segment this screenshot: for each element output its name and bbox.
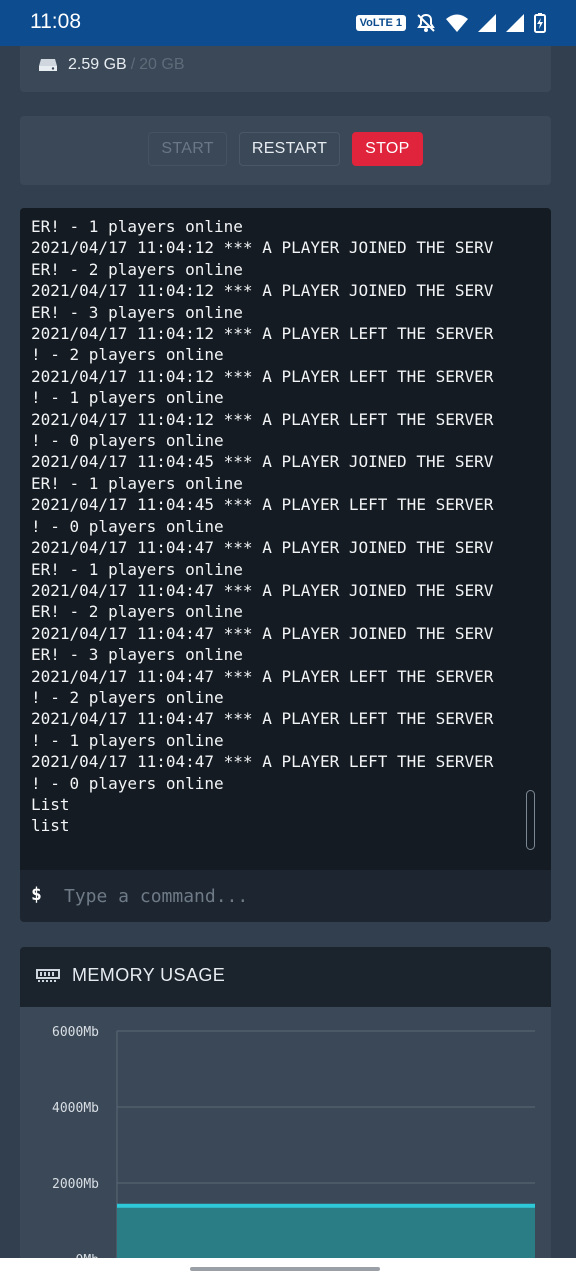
memory-chart: 6000Mb4000Mb2000Mb0Mb [20, 1007, 551, 1279]
console-line: 2021/04/17 11:04:47 *** A PLAYER JOINED … [31, 580, 494, 600]
console-line: ER! - 1 players online [31, 473, 243, 493]
disk-used: 2.59 GB [68, 56, 127, 73]
volte-badge: VoLTE 1 [355, 15, 406, 31]
console-line: 2021/04/17 11:04:12 *** A PLAYER LEFT TH… [31, 366, 494, 386]
status-bar: 11:08 VoLTE 1 [0, 0, 576, 46]
start-button[interactable]: START [148, 132, 227, 166]
disk-usage-card: 2.59 GB / 20 GB [20, 46, 551, 92]
y-tick-label: 4000Mb [52, 1101, 99, 1116]
console-line: 2021/04/17 11:04:47 *** A PLAYER JOINED … [31, 538, 494, 558]
console-line: 2021/04/17 11:04:47 *** A PLAYER LEFT TH… [31, 666, 494, 686]
power-controls-card: START RESTART STOP [20, 116, 551, 185]
memory-icon [36, 969, 60, 982]
console-line: ER! - 2 players online [31, 602, 243, 622]
console-line: ER! - 2 players online [31, 259, 243, 279]
console-line: 2021/04/17 11:04:45 *** A PLAYER LEFT TH… [31, 495, 494, 515]
signal-icon [478, 14, 496, 32]
console-line: 2021/04/17 11:04:45 *** A PLAYER JOINED … [31, 452, 494, 472]
console-line: 2021/04/17 11:04:12 *** A PLAYER JOINED … [31, 238, 494, 258]
console-line: 2021/04/17 11:04:12 *** A PLAYER LEFT TH… [31, 324, 494, 344]
console-line: ! - 0 players online [31, 773, 224, 793]
console-line: 2021/04/17 11:04:47 *** A PLAYER JOINED … [31, 623, 494, 643]
command-prompt: $ [31, 884, 42, 905]
bell-off-icon [417, 13, 435, 32]
hard-drive-icon [39, 59, 57, 71]
memory-usage-header: MEMORY USAGE [20, 947, 551, 1007]
console-scrollbar[interactable] [526, 790, 535, 850]
console-line: ! - 1 players online [31, 730, 224, 750]
console-line: ! - 1 players online [31, 388, 224, 408]
y-tick-label: 2000Mb [52, 1177, 99, 1192]
disk-total: 20 GB [139, 56, 185, 73]
console-line: list [31, 816, 70, 836]
console-line: ER! - 3 players online [31, 645, 243, 665]
gesture-bar [0, 1258, 576, 1280]
command-bar: $ [20, 870, 551, 922]
y-tick-label: 6000Mb [52, 1025, 99, 1040]
command-input[interactable] [62, 880, 526, 912]
status-icons: VoLTE 1 [355, 12, 546, 34]
signal-icon-2 [506, 14, 524, 32]
console-line: List [31, 794, 70, 814]
console-line: 2021/04/17 11:04:12 *** A PLAYER JOINED … [31, 281, 494, 301]
console-line: ER! - 1 players online [31, 217, 243, 236]
console-line: ! - 2 players online [31, 687, 224, 707]
console-line: ER! - 1 players online [31, 559, 243, 579]
console-log: ER! - 1 players online 2021/04/17 11:04:… [31, 216, 493, 837]
console-line: ER! - 3 players online [31, 302, 243, 322]
console-line: ! - 0 players online [31, 516, 224, 536]
wifi-icon [446, 14, 468, 32]
console-line: 2021/04/17 11:04:47 *** A PLAYER LEFT TH… [31, 752, 494, 772]
power-buttons: START RESTART STOP [20, 132, 551, 166]
disk-separator: / [130, 56, 136, 73]
disk-usage-row: 2.59 GB / 20 GB [38, 56, 185, 74]
home-handle[interactable] [190, 1267, 380, 1271]
status-time: 11:08 [30, 10, 81, 33]
console-line: ! - 2 players online [31, 345, 224, 365]
console-line: 2021/04/17 11:04:12 *** A PLAYER LEFT TH… [31, 409, 494, 429]
console-line: ! - 0 players online [31, 431, 224, 451]
stop-button[interactable]: STOP [352, 132, 423, 166]
console-line: 2021/04/17 11:04:47 *** A PLAYER LEFT TH… [31, 709, 494, 729]
memory-chart-svg: 6000Mb4000Mb2000Mb0Mb [52, 1025, 535, 1279]
battery-charging-icon [534, 13, 546, 33]
restart-button[interactable]: RESTART [238, 132, 341, 166]
console-output[interactable]: ER! - 1 players online 2021/04/17 11:04:… [20, 208, 551, 870]
memory-usage-title: MEMORY USAGE [72, 965, 226, 985]
